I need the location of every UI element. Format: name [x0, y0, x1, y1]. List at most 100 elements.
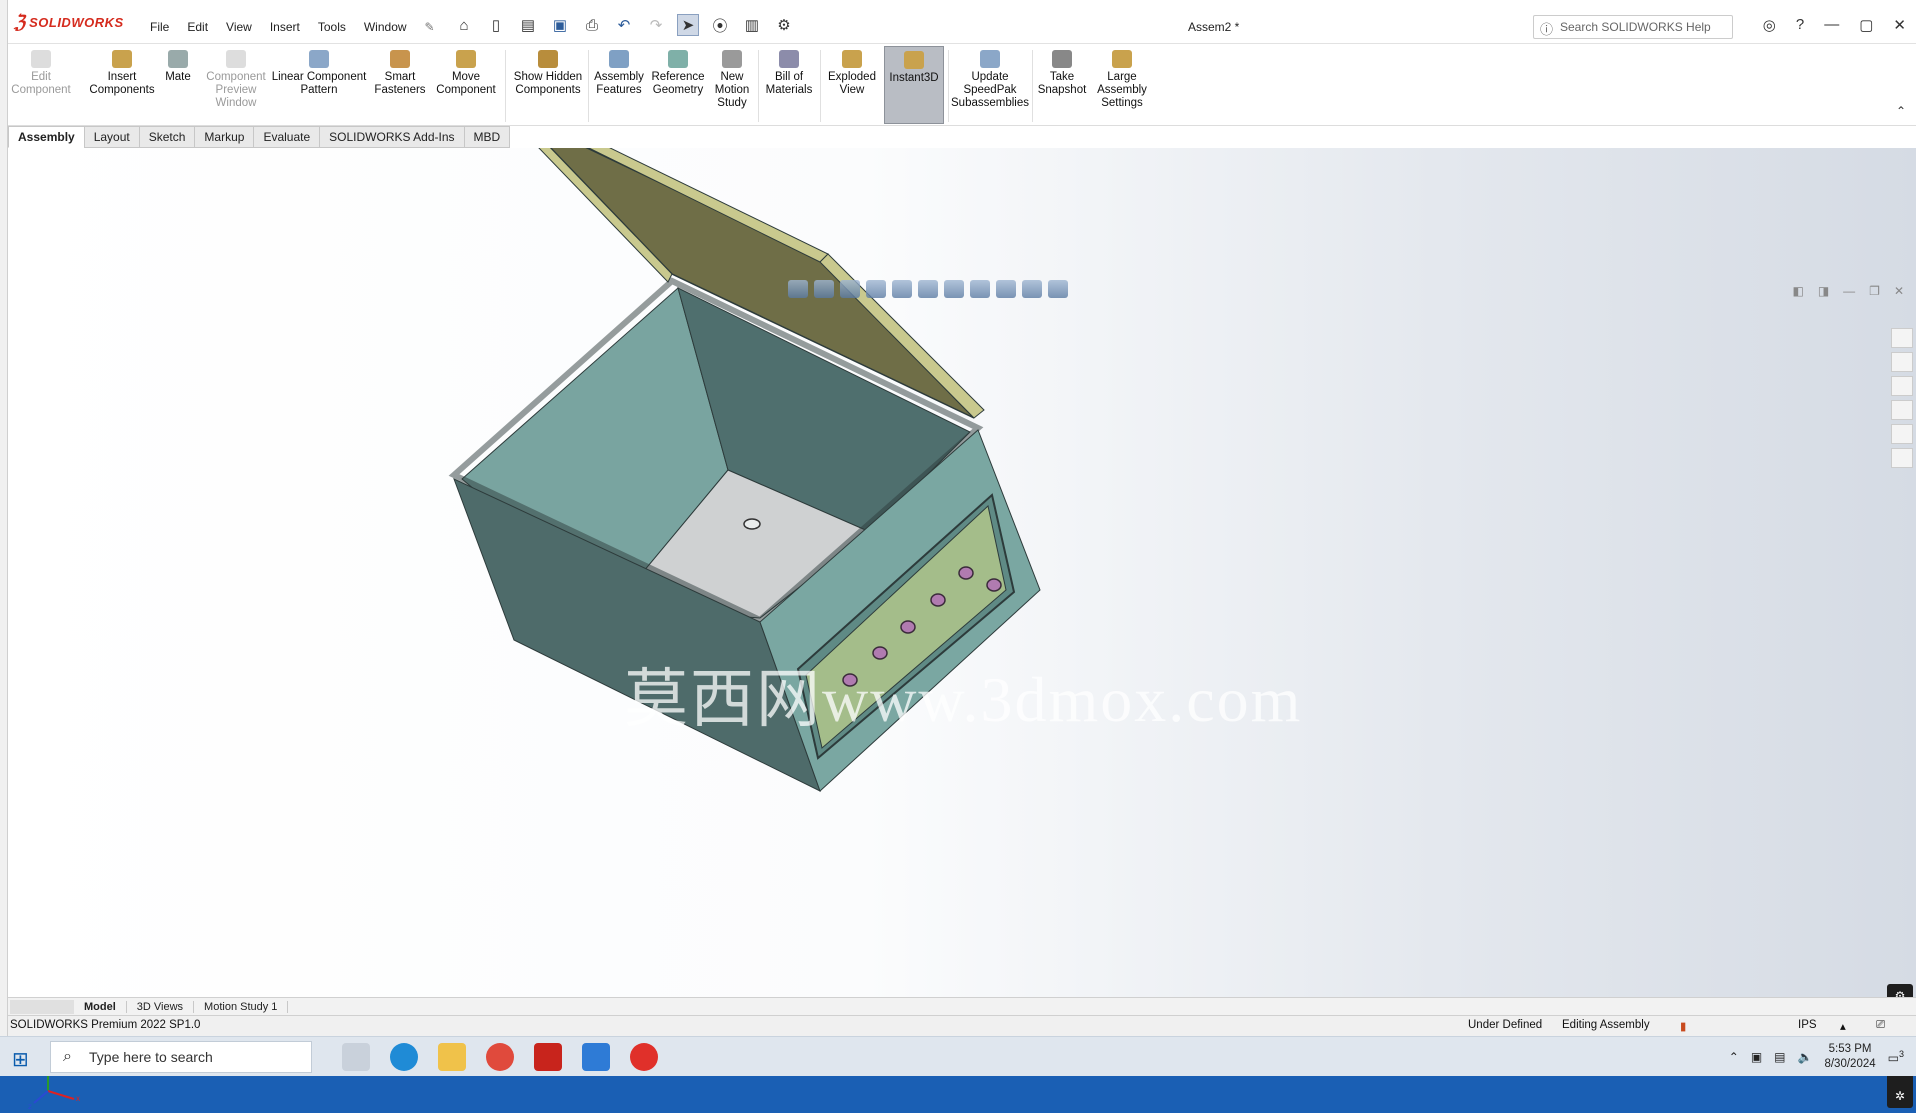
display-style-icon[interactable]	[944, 280, 964, 298]
pin-icon[interactable]: ✎	[425, 20, 435, 34]
tab-model[interactable]: Model	[74, 1000, 127, 1013]
tab-3d-views[interactable]: 3D Views	[127, 1000, 195, 1013]
design-library-icon[interactable]	[1891, 352, 1913, 372]
file-explorer-folder-icon[interactable]	[438, 1043, 466, 1071]
mate-button[interactable]: Mate	[160, 50, 196, 84]
move-component-button[interactable]: Move Component	[432, 50, 500, 97]
photos-icon[interactable]	[582, 1043, 610, 1071]
units-up-arrow-icon[interactable]: ▴	[1840, 1019, 1846, 1033]
redo-icon[interactable]: ↷	[645, 14, 667, 36]
edit-appearance-icon[interactable]	[996, 280, 1016, 298]
view-orientation-icon[interactable]	[918, 280, 938, 298]
tab-evaluate[interactable]: Evaluate	[253, 126, 321, 148]
edge-browser-icon[interactable]	[390, 1043, 418, 1071]
save-icon[interactable]: ▣	[549, 14, 571, 36]
viewport-close-icon[interactable]: ✕	[1894, 284, 1904, 298]
open-folder-icon[interactable]: ▤	[517, 14, 539, 36]
split-right-icon[interactable]: ◨	[1818, 284, 1829, 298]
dynamic-annotation-icon[interactable]	[892, 280, 912, 298]
appearances-icon[interactable]	[1891, 424, 1913, 444]
file-properties-icon[interactable]: ▥	[741, 14, 763, 36]
task-view-icon[interactable]	[342, 1043, 370, 1071]
section-view-icon[interactable]	[866, 280, 886, 298]
instant3d-button[interactable]: Instant3D	[884, 46, 944, 124]
menu-file[interactable]: File	[150, 20, 169, 34]
help-icon[interactable]: ?	[1796, 16, 1804, 34]
volume-icon[interactable]: 🔈	[1798, 1050, 1813, 1064]
tab-scroll-arrows[interactable]	[10, 999, 74, 1014]
bill-of-materials-button[interactable]: Bill of Materials	[760, 50, 818, 97]
options-gear-icon[interactable]: ⚙	[773, 14, 795, 36]
tab-layout[interactable]: Layout	[83, 126, 140, 148]
menu-edit[interactable]: Edit	[187, 20, 208, 34]
print-icon[interactable]: ⎙	[581, 14, 603, 36]
update-speedpak-button[interactable]: Update SpeedPak Subassemblies	[950, 50, 1030, 110]
units-selector[interactable]: IPS	[1798, 1019, 1817, 1031]
assembly-features-button[interactable]: Assembly Features	[590, 50, 648, 97]
zoom-to-fit-icon[interactable]	[788, 280, 808, 298]
exploded-view-button[interactable]: Exploded View	[822, 50, 882, 97]
traffic-light-icon[interactable]: ⦿	[709, 14, 731, 36]
tab-sketch[interactable]: Sketch	[138, 126, 196, 148]
view-settings-icon[interactable]	[1048, 280, 1068, 298]
viewport-restore-icon[interactable]: ❐	[1869, 284, 1880, 298]
collapse-ribbon-chevron-icon[interactable]: ⌃	[1896, 104, 1906, 118]
graphics-area[interactable]: ◧ ◨ — ❐ ✕ ⚙ ◉ ▶ ▭ ✲ 莫西网www.3dmox.com y	[8, 148, 1916, 1111]
connector-5[interactable]	[958, 566, 974, 580]
split-left-icon[interactable]: ◧	[1792, 284, 1803, 298]
menu-insert[interactable]: Insert	[270, 20, 300, 34]
new-motion-study-button[interactable]: New Motion Study	[708, 50, 756, 110]
menu-window[interactable]: Window	[364, 20, 407, 34]
menu-view[interactable]: View	[226, 20, 252, 34]
reference-geometry-button[interactable]: Reference Geometry	[648, 50, 708, 97]
connector-4[interactable]	[930, 593, 946, 607]
linear-component-pattern-button[interactable]: Linear Component Pattern	[270, 50, 368, 97]
solidworks-resources-icon[interactable]	[1891, 328, 1913, 348]
tab-solidworks-add-ins[interactable]: SOLIDWORKS Add-Ins	[319, 126, 465, 148]
undo-icon[interactable]: ↶	[613, 14, 635, 36]
component-preview-window-button[interactable]: Component Preview Window	[198, 50, 274, 110]
tab-assembly[interactable]: Assembly	[8, 126, 85, 148]
solidworks-logo[interactable]: ℨ SOLIDWORKS	[14, 12, 124, 33]
system-clock[interactable]: 5:53 PM 8/30/2024	[1824, 1042, 1875, 1072]
tab-mbd[interactable]: MBD	[463, 126, 511, 148]
previous-view-icon[interactable]	[840, 280, 860, 298]
show-hidden-components-button[interactable]: Show Hidden Components	[510, 50, 586, 97]
rebuild-icon[interactable]: ▮	[1680, 1019, 1686, 1033]
tab-motion-study-1[interactable]: Motion Study 1	[194, 1000, 289, 1013]
viewport-minimize-icon[interactable]: —	[1843, 284, 1855, 298]
show-hidden-icons-chevron-icon[interactable]: ⌃	[1729, 1050, 1739, 1064]
edit-component-button[interactable]: Edit Component	[10, 50, 72, 97]
customize-status-icon[interactable]: ⎚	[1876, 1019, 1885, 1032]
smart-fasteners-button[interactable]: Smart Fasteners	[372, 50, 428, 97]
connector-3[interactable]	[900, 620, 916, 634]
custom-properties-icon[interactable]	[1891, 448, 1913, 468]
account-icon[interactable]: ◎	[1763, 16, 1776, 34]
notification-center-icon[interactable]: ▭3	[1888, 1049, 1904, 1065]
chrome-icon[interactable]	[486, 1043, 514, 1071]
zoom-to-area-icon[interactable]	[814, 280, 834, 298]
network-icon[interactable]: ▤	[1774, 1050, 1785, 1064]
menu-tools[interactable]: Tools	[318, 20, 346, 34]
large-assembly-settings-button[interactable]: Large Assembly Settings	[1090, 50, 1154, 110]
apply-scene-icon[interactable]	[1022, 280, 1042, 298]
gear-icon[interactable]: ✲	[1895, 1089, 1905, 1103]
insert-components-button[interactable]: Insert Components	[88, 50, 156, 97]
file-explorer-icon[interactable]	[1891, 376, 1913, 396]
new-document-icon[interactable]: ▯	[485, 14, 507, 36]
tab-markup[interactable]: Markup	[194, 126, 255, 148]
select-cursor-icon[interactable]: ➤	[677, 14, 699, 36]
minimize-icon[interactable]: —	[1824, 16, 1839, 34]
assembly-model[interactable]	[8, 148, 1916, 997]
view-palette-icon[interactable]	[1891, 400, 1913, 420]
hide-show-items-icon[interactable]	[970, 280, 990, 298]
meet-now-icon[interactable]: ▣	[1751, 1050, 1762, 1064]
solidworks-app-icon[interactable]	[534, 1043, 562, 1071]
maximize-icon[interactable]: ▢	[1859, 16, 1873, 34]
home-icon[interactable]: ⌂	[453, 14, 475, 36]
help-search-input[interactable]: ⓘ Search SOLIDWORKS Help	[1533, 15, 1733, 39]
connector-6[interactable]	[986, 578, 1002, 592]
recorder-icon[interactable]	[630, 1043, 658, 1071]
windows-start-icon[interactable]: ⊞	[12, 1047, 29, 1072]
taskbar-search-input[interactable]: ⌕ Type here to search	[50, 1041, 312, 1073]
